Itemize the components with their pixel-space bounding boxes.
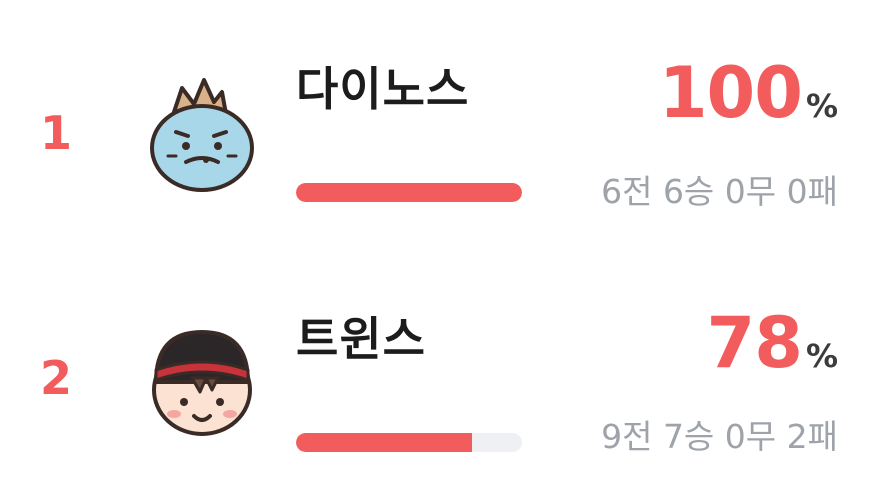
team-name: 다이노스 [296,62,470,116]
rank-number: 1 [40,106,73,160]
team-name: 트윈스 [296,312,426,366]
win-rate-value: 100 [658,52,803,134]
percent-sign: % [805,87,838,125]
win-rate-value: 78 [706,302,803,384]
win-rate: 78% [707,308,838,378]
standing-row[interactable]: 2 트윈스 78% 9전 7승 0무 2패 [0,290,876,500]
win-rate-bar-fill [296,183,522,202]
match-record: 9전 7승 0무 2패 [601,417,838,456]
win-rate-bar [296,433,522,452]
dinosaur-mascot-icon [146,70,258,194]
standing-row[interactable]: 1 다이노스 100% 6전 6승 0무 0패 [0,40,876,250]
win-rate-bar [296,183,522,202]
win-rate-bar-fill [296,433,473,452]
rank-number: 2 [40,351,73,405]
win-rate: 100% [659,58,838,128]
match-record: 6전 6승 0무 0패 [601,172,838,211]
twins-player-mascot-icon [146,318,258,442]
percent-sign: % [805,337,838,375]
